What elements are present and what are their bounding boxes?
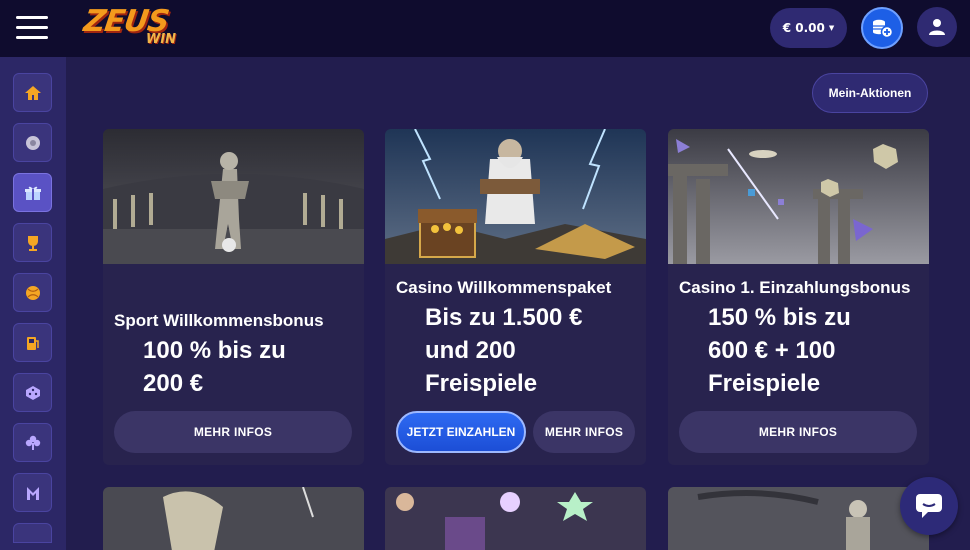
balance-dropdown[interactable]: € 0.00 ▼ bbox=[770, 8, 847, 48]
my-promotions-button[interactable]: Mein-Aktionen bbox=[812, 73, 928, 113]
promo-title: Casino 1. Einzahlungsbonus bbox=[679, 278, 911, 297]
sidebar-item-sports[interactable] bbox=[13, 123, 52, 162]
user-icon bbox=[929, 19, 945, 35]
balance-value: € 0.00 bbox=[782, 21, 825, 35]
promo-card-next-1 bbox=[103, 487, 364, 550]
home-icon bbox=[24, 85, 41, 100]
sidebar-item-ball[interactable] bbox=[13, 273, 52, 312]
top-bar: ZEUS WIN € 0.00 ▼ bbox=[0, 0, 970, 57]
sidebar-item-fuel[interactable] bbox=[13, 323, 52, 362]
promo-card-next-2 bbox=[385, 487, 646, 550]
deposit-button[interactable] bbox=[861, 7, 903, 49]
more-info-button[interactable]: MEHR INFOS bbox=[533, 411, 635, 453]
promo-offer-line: Bis zu 1.500 € bbox=[425, 304, 583, 331]
fuel-icon bbox=[26, 336, 39, 350]
promo-card-sport: Sport Willkommensbonus 100 % bis zu 200 … bbox=[103, 129, 364, 465]
deposit-now-button[interactable]: JETZT EINZAHLEN bbox=[396, 411, 526, 453]
sports-icon bbox=[25, 135, 40, 150]
trophy-icon bbox=[27, 235, 38, 251]
promo-card-casino-welcome: Casino Willkommenspaket Bis zu 1.500 € u… bbox=[385, 129, 646, 465]
promo-image-temple bbox=[668, 129, 929, 264]
promo-offer-line: Freispiele bbox=[425, 370, 538, 397]
sidebar-item-more[interactable] bbox=[13, 523, 52, 543]
app-icon bbox=[26, 486, 39, 500]
dice-icon bbox=[25, 385, 40, 400]
sidebar-item-home[interactable] bbox=[13, 73, 52, 112]
user-button[interactable] bbox=[917, 7, 957, 47]
logo-subtext: WIN bbox=[146, 32, 177, 47]
chat-icon bbox=[916, 494, 942, 518]
logo[interactable]: ZEUS WIN bbox=[80, 4, 192, 50]
coins-plus-icon bbox=[873, 19, 894, 39]
sidebar-item-app[interactable] bbox=[13, 473, 52, 512]
gift-icon bbox=[24, 186, 41, 200]
promo-offer-line: 600 € + 100 bbox=[708, 337, 836, 364]
promo-offer-line: 200 € bbox=[143, 370, 204, 397]
clover-icon bbox=[25, 435, 40, 450]
promo-title: Sport Willkommensbonus bbox=[114, 311, 324, 330]
sidebar bbox=[0, 57, 66, 550]
promo-title: Casino Willkommenspaket bbox=[396, 278, 612, 297]
chevron-down-icon: ▼ bbox=[828, 24, 835, 32]
sidebar-item-dice[interactable] bbox=[13, 373, 52, 412]
sidebar-item-clover[interactable] bbox=[13, 423, 52, 462]
chat-button[interactable] bbox=[900, 477, 958, 535]
more-info-button[interactable]: MEHR INFOS bbox=[114, 411, 352, 453]
promo-card-next-3 bbox=[668, 487, 929, 550]
hamburger-icon[interactable] bbox=[16, 14, 48, 42]
ball-icon bbox=[25, 285, 40, 300]
promo-offer-line: 150 % bis zu bbox=[708, 304, 851, 331]
more-info-button[interactable]: MEHR INFOS bbox=[679, 411, 917, 453]
promo-card-first-deposit: Casino 1. Einzahlungsbonus 150 % bis zu … bbox=[668, 129, 929, 465]
promo-offer-line: 100 % bis zu bbox=[143, 337, 286, 364]
sidebar-item-tournaments[interactable] bbox=[13, 223, 52, 262]
promo-image-sport bbox=[103, 129, 364, 264]
sidebar-item-promotions[interactable] bbox=[13, 173, 52, 212]
promo-image-casino bbox=[385, 129, 646, 264]
promo-offer-line: Freispiele bbox=[708, 370, 821, 397]
promo-offer-line: und 200 bbox=[425, 337, 516, 364]
